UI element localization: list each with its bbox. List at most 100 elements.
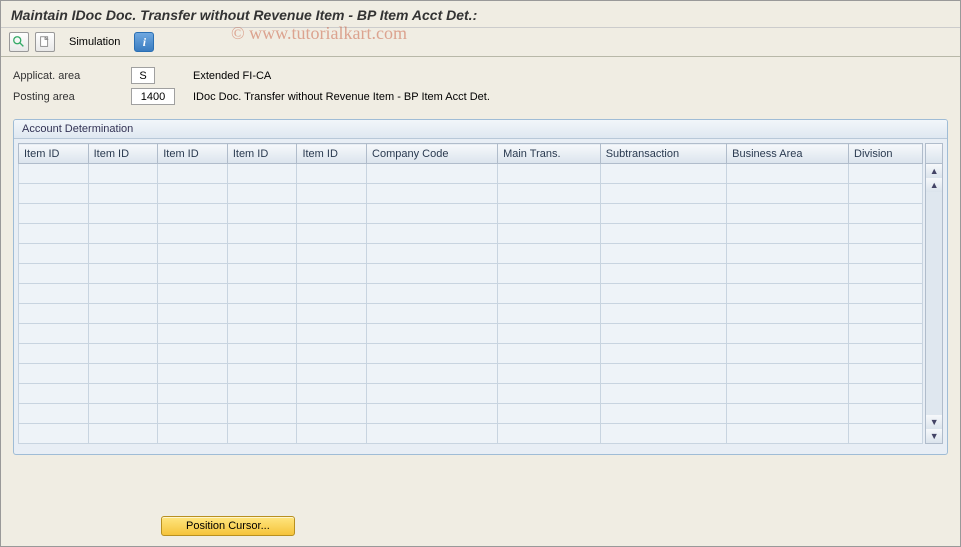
details-button[interactable]: [9, 32, 29, 52]
table-cell[interactable]: [849, 204, 923, 224]
table-cell[interactable]: [498, 184, 601, 204]
table-cell[interactable]: [849, 184, 923, 204]
table-cell[interactable]: [19, 284, 89, 304]
table-cell[interactable]: [367, 284, 498, 304]
table-cell[interactable]: [367, 384, 498, 404]
table-cell[interactable]: [158, 204, 228, 224]
table-cell[interactable]: [19, 164, 89, 184]
column-header[interactable]: Business Area: [727, 144, 849, 164]
table-row[interactable]: [19, 204, 923, 224]
table-cell[interactable]: [367, 404, 498, 424]
table-cell[interactable]: [158, 304, 228, 324]
table-cell[interactable]: [227, 304, 297, 324]
table-cell[interactable]: [600, 364, 726, 384]
column-header[interactable]: Item ID: [158, 144, 228, 164]
table-cell[interactable]: [158, 284, 228, 304]
table-cell[interactable]: [727, 384, 849, 404]
table-cell[interactable]: [88, 364, 158, 384]
table-cell[interactable]: [297, 304, 367, 324]
table-row[interactable]: [19, 364, 923, 384]
table-row[interactable]: [19, 164, 923, 184]
table-cell[interactable]: [19, 204, 89, 224]
table-cell[interactable]: [367, 344, 498, 364]
table-cell[interactable]: [367, 204, 498, 224]
scroll-down-button[interactable]: ▼: [926, 415, 942, 429]
table-cell[interactable]: [600, 384, 726, 404]
table-row[interactable]: [19, 404, 923, 424]
table-cell[interactable]: [297, 344, 367, 364]
table-cell[interactable]: [158, 364, 228, 384]
account-determination-table[interactable]: Item IDItem IDItem IDItem IDItem IDCompa…: [18, 143, 923, 444]
table-cell[interactable]: [727, 324, 849, 344]
table-row[interactable]: [19, 324, 923, 344]
table-cell[interactable]: [297, 164, 367, 184]
table-cell[interactable]: [227, 384, 297, 404]
table-cell[interactable]: [19, 424, 89, 444]
table-cell[interactable]: [19, 184, 89, 204]
scroll-down-button-2[interactable]: ▼: [926, 429, 942, 443]
table-cell[interactable]: [727, 184, 849, 204]
table-cell[interactable]: [297, 244, 367, 264]
table-cell[interactable]: [227, 164, 297, 184]
table-cell[interactable]: [227, 184, 297, 204]
table-cell[interactable]: [19, 304, 89, 324]
table-cell[interactable]: [849, 284, 923, 304]
column-header[interactable]: Item ID: [297, 144, 367, 164]
table-cell[interactable]: [297, 264, 367, 284]
table-cell[interactable]: [88, 304, 158, 324]
table-cell[interactable]: [88, 164, 158, 184]
table-cell[interactable]: [498, 404, 601, 424]
table-cell[interactable]: [849, 264, 923, 284]
table-cell[interactable]: [158, 224, 228, 244]
table-cell[interactable]: [727, 244, 849, 264]
table-cell[interactable]: [727, 224, 849, 244]
table-cell[interactable]: [849, 404, 923, 424]
table-cell[interactable]: [19, 264, 89, 284]
table-cell[interactable]: [849, 424, 923, 444]
table-row[interactable]: [19, 304, 923, 324]
table-cell[interactable]: [498, 284, 601, 304]
table-cell[interactable]: [19, 404, 89, 424]
table-cell[interactable]: [227, 224, 297, 244]
table-cell[interactable]: [88, 204, 158, 224]
table-cell[interactable]: [88, 424, 158, 444]
table-cell[interactable]: [158, 244, 228, 264]
table-cell[interactable]: [297, 384, 367, 404]
table-cell[interactable]: [727, 284, 849, 304]
table-row[interactable]: [19, 284, 923, 304]
table-cell[interactable]: [297, 204, 367, 224]
table-cell[interactable]: [600, 184, 726, 204]
table-cell[interactable]: [19, 224, 89, 244]
table-cell[interactable]: [227, 364, 297, 384]
table-cell[interactable]: [727, 164, 849, 184]
column-header[interactable]: Item ID: [88, 144, 158, 164]
table-cell[interactable]: [227, 344, 297, 364]
table-cell[interactable]: [849, 384, 923, 404]
applicat-area-input[interactable]: [131, 67, 155, 84]
table-cell[interactable]: [849, 324, 923, 344]
table-cell[interactable]: [88, 264, 158, 284]
table-cell[interactable]: [600, 404, 726, 424]
table-cell[interactable]: [88, 404, 158, 424]
table-cell[interactable]: [367, 424, 498, 444]
table-cell[interactable]: [849, 364, 923, 384]
table-cell[interactable]: [727, 364, 849, 384]
table-cell[interactable]: [727, 424, 849, 444]
table-cell[interactable]: [600, 324, 726, 344]
table-cell[interactable]: [600, 204, 726, 224]
scroll-up-button[interactable]: ▲: [926, 164, 942, 178]
table-cell[interactable]: [498, 244, 601, 264]
table-cell[interactable]: [498, 424, 601, 444]
table-cell[interactable]: [498, 364, 601, 384]
table-cell[interactable]: [367, 164, 498, 184]
table-cell[interactable]: [158, 324, 228, 344]
table-cell[interactable]: [849, 244, 923, 264]
table-cell[interactable]: [727, 204, 849, 224]
table-cell[interactable]: [498, 204, 601, 224]
table-cell[interactable]: [297, 184, 367, 204]
table-cell[interactable]: [227, 324, 297, 344]
vertical-scrollbar[interactable]: ▲ ▲ ▼ ▼: [925, 143, 943, 444]
info-button[interactable]: i: [134, 32, 154, 52]
table-cell[interactable]: [367, 264, 498, 284]
table-cell[interactable]: [227, 264, 297, 284]
